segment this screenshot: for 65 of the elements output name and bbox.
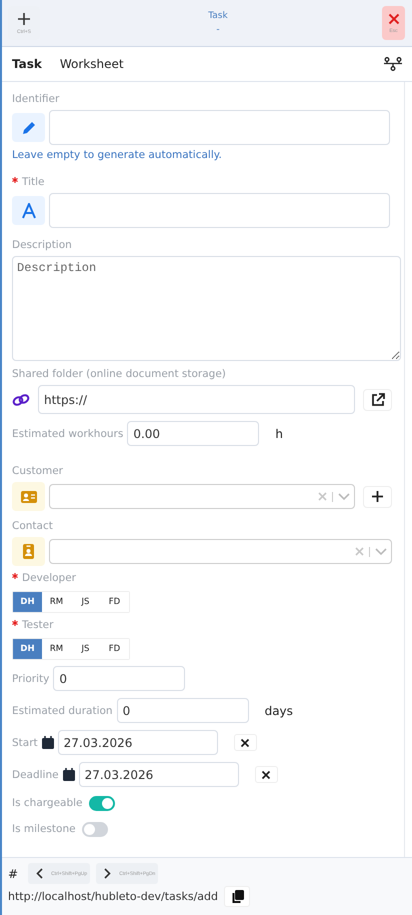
hash-label: #	[8, 866, 18, 880]
field-label: Deadline	[12, 768, 59, 780]
clear-icon[interactable]	[355, 547, 364, 556]
calendar-icon	[42, 736, 54, 749]
date-input[interactable]: 27.03.2026	[58, 730, 218, 755]
chevron-down-icon[interactable]	[375, 548, 387, 556]
title-input[interactable]	[49, 193, 390, 228]
field-label: Is chargeable	[12, 797, 83, 809]
toggle-switch[interactable]	[88, 796, 115, 810]
field-label: Is milestone	[12, 823, 76, 835]
contact-select[interactable]	[49, 539, 392, 564]
pencil-icon	[12, 113, 45, 142]
chevron-right-icon	[104, 868, 112, 879]
toggle-switch[interactable]	[82, 822, 108, 836]
form-subtitle: -	[216, 25, 220, 35]
identifier-input[interactable]	[49, 110, 390, 145]
close-icon	[261, 770, 272, 780]
add-customer-button[interactable]	[363, 486, 392, 508]
chevron-left-icon	[36, 868, 44, 879]
page-url: http://localhost/hubleto-dev/tasks/add	[8, 890, 218, 903]
description-field[interactable]: Description	[12, 256, 401, 361]
field-label: Title	[22, 176, 45, 188]
clear-icon[interactable]	[318, 492, 327, 501]
link-icon	[12, 392, 30, 406]
id-card-icon	[12, 482, 45, 511]
unit-label: days	[264, 704, 293, 718]
field-label: Estimated workhours	[12, 428, 124, 440]
clear-button[interactable]	[234, 734, 257, 751]
close-icon	[240, 738, 250, 748]
date-input[interactable]: 27.03.2026	[78, 762, 239, 787]
letter-icon	[12, 196, 45, 225]
field-label: Customer	[12, 465, 64, 477]
field-label: Shared folder (online document storage)	[12, 368, 226, 380]
copy-icon	[230, 890, 244, 904]
open-link-button[interactable]	[363, 388, 392, 410]
priority-input[interactable]: 0	[53, 666, 186, 691]
field-label: Priority	[12, 672, 50, 684]
close-icon	[388, 12, 400, 24]
option-button[interactable]: DH	[13, 592, 42, 612]
field-label: Contact	[12, 520, 53, 532]
copy-button[interactable]	[224, 886, 250, 907]
hint-text: Leave empty to generate automatically.	[12, 149, 223, 161]
clear-button[interactable]	[254, 766, 278, 783]
hierarchy-icon[interactable]	[384, 57, 402, 71]
form-title: Task	[208, 11, 228, 21]
customer-select[interactable]	[49, 484, 355, 509]
plus-icon	[371, 490, 384, 503]
url-input[interactable]: https://	[38, 385, 355, 414]
option-button[interactable]: DH	[13, 639, 42, 659]
contact-card-icon	[12, 537, 45, 566]
tab[interactable]: Task	[12, 57, 42, 71]
field-label: Identifier	[12, 93, 60, 105]
field-label: Developer	[22, 572, 76, 584]
duration-input[interactable]: 0	[116, 698, 249, 723]
external-link-icon	[370, 392, 384, 406]
workhours-input[interactable]: 0.00	[127, 421, 260, 446]
calendar-icon	[62, 768, 75, 781]
plus-icon	[17, 12, 31, 26]
field-label: Description	[12, 239, 72, 251]
chevron-down-icon[interactable]	[338, 492, 350, 500]
field-label: Start	[12, 736, 38, 748]
tab[interactable]: Worksheet	[60, 57, 124, 71]
unit-label: h	[275, 426, 283, 440]
field-label: Estimated duration	[12, 704, 113, 716]
field-label: Tester	[22, 619, 54, 631]
